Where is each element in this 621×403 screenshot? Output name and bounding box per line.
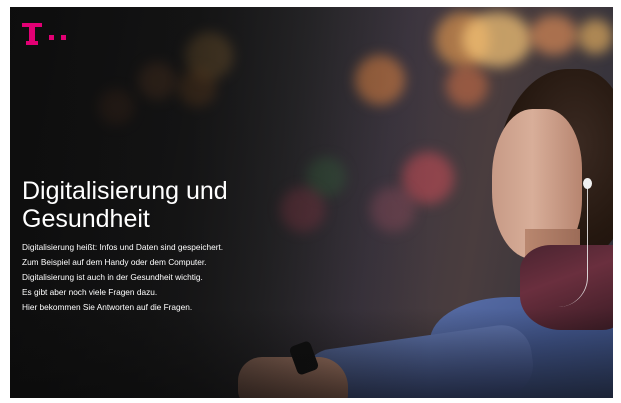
intro-line: Digitalisierung heißt: Infos und Daten s… xyxy=(22,242,224,252)
intro-line: Digitalisierung ist auch in der Gesundhe… xyxy=(22,272,203,282)
t-letter-icon xyxy=(22,23,42,45)
intro-line: Hier bekommen Sie Antworten auf die Frag… xyxy=(22,302,193,312)
telekom-logo-icon[interactable] xyxy=(22,22,66,46)
intro-line: Zum Beispiel auf dem Handy oder dem Comp… xyxy=(22,257,207,267)
page-title: Digitalisierung und Gesundheit xyxy=(22,176,228,233)
logo-dot-icon xyxy=(49,34,54,40)
logo-dot-icon xyxy=(61,34,66,40)
bottom-shade xyxy=(10,308,613,398)
intro-line: Es gibt aber noch viele Fragen dazu. xyxy=(22,287,158,297)
intro-text: Digitalisierung heißt: Infos und Daten s… xyxy=(22,240,322,315)
